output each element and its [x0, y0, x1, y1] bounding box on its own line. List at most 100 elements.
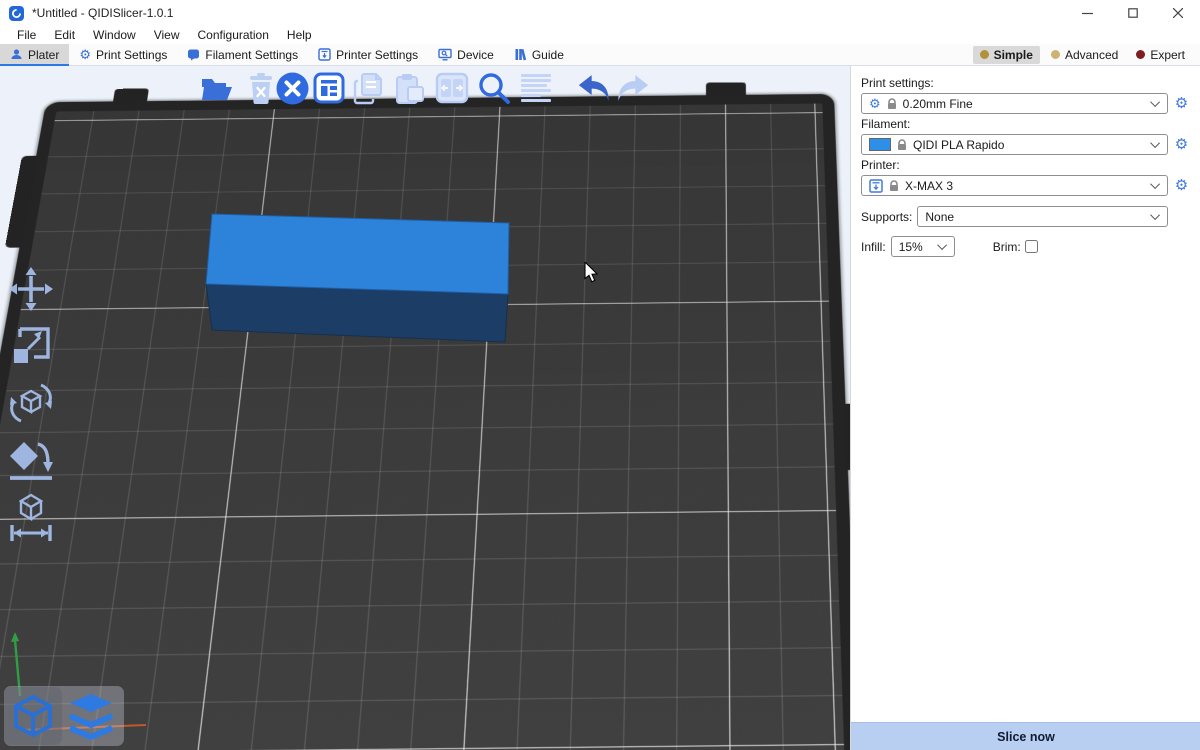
tab-guide[interactable]: Guide — [504, 44, 574, 65]
model-object[interactable] — [0, 66, 850, 750]
tab-bar: Plater ⚙ Print Settings Filament Setting… — [0, 44, 1200, 66]
split-button[interactable] — [434, 70, 470, 106]
chevron-down-icon — [1150, 138, 1160, 148]
delete-all-icon — [276, 72, 309, 105]
advanced-dot-icon — [1051, 50, 1060, 59]
copy-icon — [352, 72, 386, 105]
app-logo-icon — [9, 6, 24, 21]
lock-icon — [897, 139, 907, 151]
expert-dot-icon — [1136, 50, 1145, 59]
printer-label: Printer: — [861, 158, 1190, 172]
mode-simple[interactable]: Simple — [973, 46, 1040, 64]
open-folder-button[interactable] — [199, 70, 235, 106]
gear-icon: ⚙ — [869, 97, 881, 110]
scale-tool-button[interactable] — [6, 321, 56, 371]
search-icon — [477, 71, 512, 106]
printer-icon — [869, 179, 883, 193]
split-icon — [435, 72, 469, 104]
printer-icon — [318, 48, 331, 61]
preview-layers-icon — [66, 692, 116, 740]
search-button[interactable] — [476, 70, 512, 106]
delete-icon — [247, 72, 275, 104]
redo-button[interactable] — [615, 70, 651, 106]
close-button[interactable] — [1155, 0, 1200, 26]
measure-icon — [6, 491, 56, 543]
tab-device[interactable]: Device — [428, 44, 504, 65]
variable-layer-height-button[interactable] — [518, 70, 554, 106]
tab-plater[interactable]: Plater — [0, 44, 69, 65]
menu-file[interactable]: File — [8, 28, 45, 42]
edit-filament-button[interactable]: ⚙ — [1173, 137, 1190, 152]
print-settings-label: Print settings: — [861, 76, 1190, 90]
redo-icon — [615, 74, 651, 102]
simple-dot-icon — [980, 50, 989, 59]
rotate-tool-button[interactable] — [6, 378, 56, 428]
infill-select[interactable]: 15% — [891, 236, 955, 257]
brim-label: Brim: — [993, 240, 1021, 254]
supports-select[interactable]: None — [917, 206, 1168, 227]
mouse-cursor — [584, 262, 600, 284]
slice-now-button[interactable]: Slice now — [851, 722, 1200, 750]
menu-help[interactable]: Help — [278, 28, 321, 42]
printer-value: X-MAX 3 — [905, 179, 1147, 193]
mode-expert[interactable]: Expert — [1129, 46, 1192, 64]
rotate-icon — [7, 379, 55, 427]
move-tool-button[interactable] — [6, 264, 56, 314]
view-toggle — [4, 686, 124, 746]
print-settings-select[interactable]: ⚙ 0.20mm Fine — [861, 93, 1168, 114]
supports-label: Supports: — [861, 210, 912, 224]
preview-layers-view-button[interactable] — [62, 687, 120, 745]
scale-icon — [8, 323, 54, 369]
filament-value: QIDI PLA Rapido — [913, 138, 1147, 152]
3d-editor-view-icon — [10, 693, 56, 739]
infill-value: 15% — [899, 240, 934, 254]
menu-bar: File Edit Window View Configuration Help — [0, 26, 1200, 44]
filament-color-swatch — [869, 138, 891, 151]
filament-label: Filament: — [861, 117, 1190, 131]
mode-advanced[interactable]: Advanced — [1044, 46, 1125, 64]
undo-button[interactable] — [576, 70, 612, 106]
variable-layer-height-icon — [518, 72, 554, 104]
menu-window[interactable]: Window — [84, 28, 145, 42]
place-on-face-icon — [6, 434, 56, 486]
place-on-face-tool-button[interactable] — [6, 435, 56, 485]
menu-edit[interactable]: Edit — [45, 28, 84, 42]
menu-view[interactable]: View — [145, 28, 189, 42]
tab-print-settings[interactable]: ⚙ Print Settings — [69, 44, 177, 65]
maximize-button[interactable] — [1110, 0, 1155, 26]
edit-printer-button[interactable]: ⚙ — [1173, 178, 1190, 193]
tab-printer-settings[interactable]: Printer Settings — [308, 44, 428, 65]
arrange-icon — [313, 72, 345, 104]
3d-editor-view-button[interactable] — [4, 687, 62, 745]
settings-panel: Print settings: ⚙ 0.20mm Fine ⚙ Filament… — [850, 66, 1200, 750]
copy-button[interactable] — [351, 70, 387, 106]
mode-switcher: Simple Advanced Expert — [973, 44, 1200, 65]
device-icon — [438, 48, 452, 61]
brim-checkbox[interactable] — [1025, 240, 1038, 253]
top-toolbar — [0, 68, 850, 108]
arrange-button[interactable] — [311, 70, 347, 106]
minimize-button[interactable] — [1065, 0, 1110, 26]
chevron-down-icon — [1150, 179, 1160, 189]
open-folder-icon — [200, 73, 234, 103]
chevron-down-icon — [1150, 210, 1160, 220]
delete-all-button[interactable] — [274, 70, 310, 106]
gear-icon: ⚙ — [79, 48, 91, 61]
print-settings-value: 0.20mm Fine — [903, 97, 1147, 111]
measure-tool-button[interactable] — [6, 492, 56, 542]
chevron-down-icon — [1150, 97, 1160, 107]
filament-select[interactable]: QIDI PLA Rapido — [861, 134, 1168, 155]
menu-configuration[interactable]: Configuration — [189, 28, 278, 42]
chevron-down-icon — [937, 240, 947, 250]
guide-icon — [514, 48, 527, 61]
infill-label: Infill: — [861, 240, 886, 254]
move-icon — [8, 266, 54, 312]
undo-icon — [576, 74, 612, 102]
lock-icon — [889, 180, 899, 192]
tab-filament-settings[interactable]: Filament Settings — [177, 44, 308, 65]
paste-button[interactable] — [392, 70, 428, 106]
edit-print-settings-button[interactable]: ⚙ — [1173, 96, 1190, 111]
lock-icon — [887, 98, 897, 110]
3d-viewport[interactable] — [0, 66, 850, 750]
printer-select[interactable]: X-MAX 3 — [861, 175, 1168, 196]
